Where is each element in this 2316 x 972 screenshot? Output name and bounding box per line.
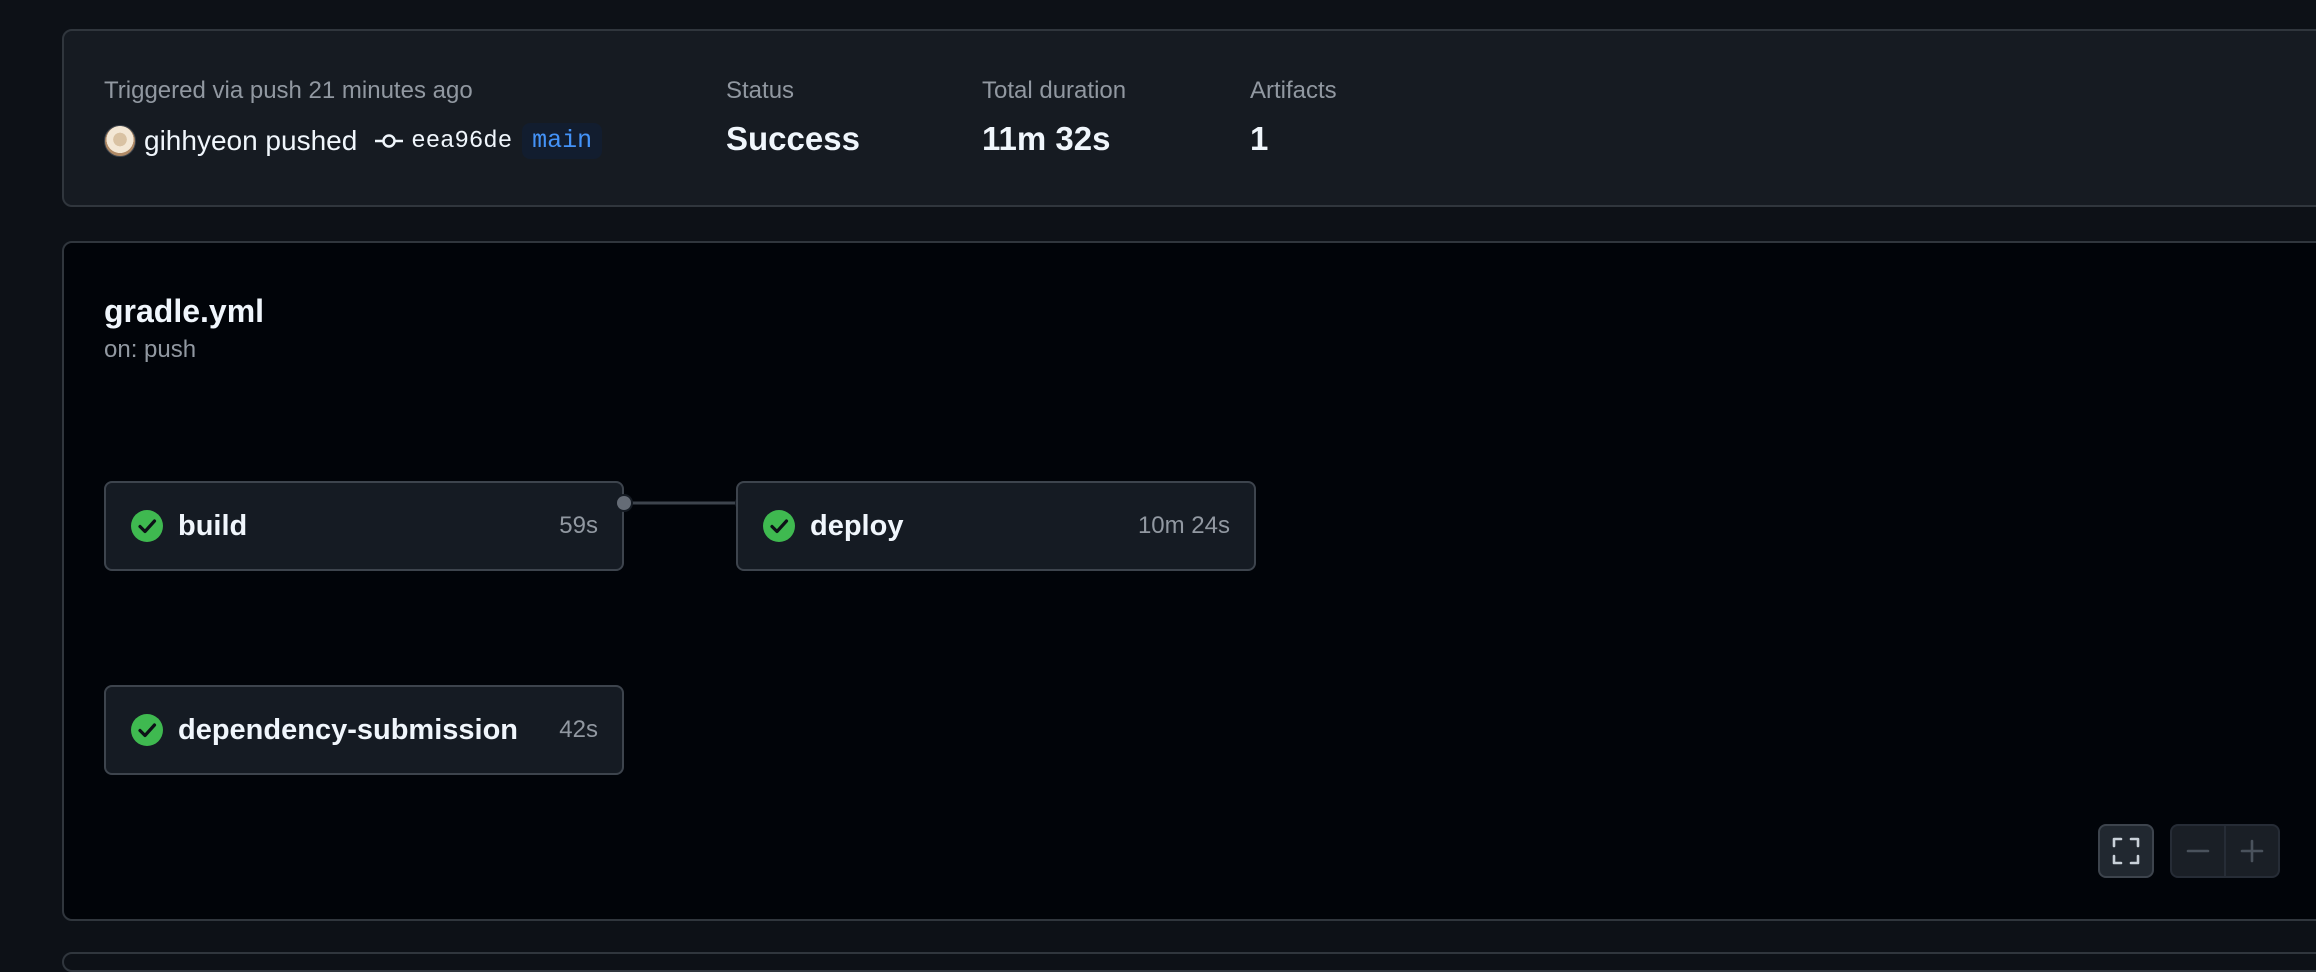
success-check-icon (131, 510, 163, 542)
duration-value: 11m 32s (982, 120, 1111, 157)
duration-label: Total duration (982, 77, 1127, 104)
workflow-trigger: on: push (104, 336, 197, 363)
zoom-in-icon (2240, 839, 2264, 863)
actor-link[interactable]: gihhyeon pushed (144, 125, 357, 157)
artifacts-label: Artifacts (1250, 77, 1337, 104)
job-duration: 42s (559, 716, 598, 743)
job-duration: 59s (559, 512, 598, 539)
duration-section: Total duration (982, 76, 1126, 106)
job-name: deploy (810, 509, 904, 542)
trigger-row: gihhyeon pushed eea96de main (104, 121, 603, 161)
job-name: build (178, 509, 248, 542)
zoom-out-button[interactable] (2172, 826, 2224, 876)
avatar[interactable] (104, 125, 136, 157)
status-label: Status (726, 77, 795, 104)
job-dependency-connector (615, 494, 753, 512)
artifacts-section: Artifacts (1250, 76, 1337, 106)
job-deploy[interactable]: deploy 10m 24s (736, 481, 1256, 571)
job-duration: 10m 24s (1137, 512, 1230, 539)
connector-start-dot (617, 496, 631, 510)
zoom-out-icon (2186, 849, 2210, 853)
commit-sha-link[interactable]: eea96de (411, 128, 512, 155)
next-panel-edge (62, 952, 2316, 972)
workflow-graph-card: gradle.yml on: push build 59s deploy 10m… (62, 241, 2316, 921)
success-check-icon (131, 714, 163, 746)
fullscreen-icon (2112, 837, 2140, 865)
git-commit-icon (375, 134, 404, 148)
workflow-file-title[interactable]: gradle.yml (104, 291, 264, 331)
zoom-controls (2170, 824, 2280, 878)
trigger-info: Triggered via push 21 minutes ago (104, 76, 473, 106)
zoom-in-button[interactable] (2224, 826, 2278, 876)
job-name: dependency-submission (178, 713, 519, 746)
fullscreen-button[interactable] (2098, 824, 2154, 878)
trigger-text: Triggered via push 21 minutes ago (104, 77, 473, 104)
success-check-icon (763, 510, 795, 542)
branch-badge[interactable]: main (522, 123, 603, 159)
status-value: Success (726, 120, 860, 157)
artifacts-count[interactable]: 1 (1250, 119, 1268, 159)
job-build[interactable]: build 59s (104, 481, 624, 571)
job-dependency-submission[interactable]: dependency-submission 42s (104, 685, 624, 775)
run-summary-panel: Triggered via push 21 minutes ago gihhye… (62, 29, 2316, 207)
status-section: Status (726, 76, 794, 106)
